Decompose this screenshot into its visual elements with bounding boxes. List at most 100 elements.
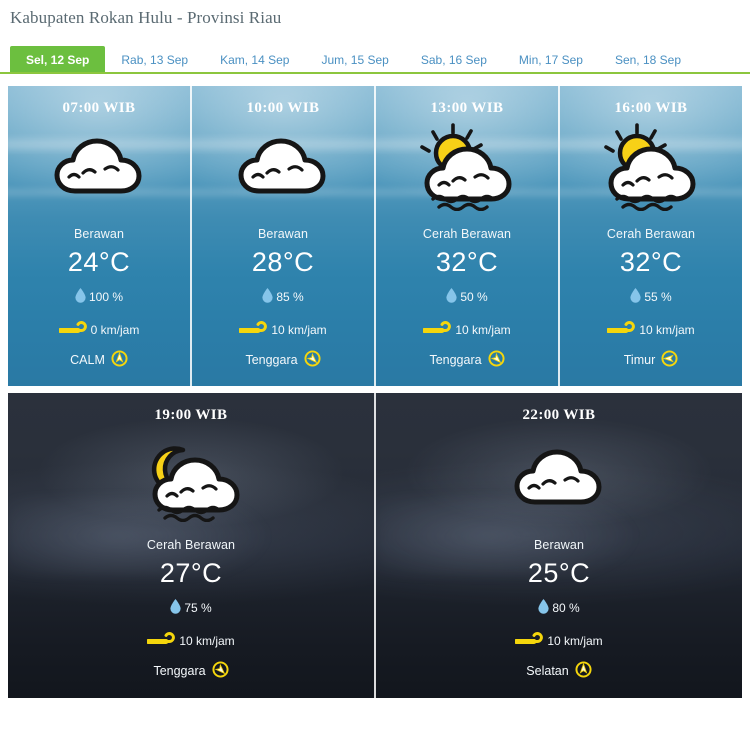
water-drop-icon (538, 599, 549, 617)
weather-condition: Berawan (533, 538, 585, 552)
water-drop-icon (630, 288, 641, 306)
page-title: Kabupaten Rokan Hulu - Provinsi Riau (10, 8, 282, 27)
forecast-hour: 16:00 WIB (614, 100, 688, 116)
tab-day-3[interactable]: Jum, 15 Sep (305, 46, 404, 72)
humidity-value: 100 % (88, 290, 124, 304)
forecast-hour: 13:00 WIB (430, 100, 504, 116)
compass-arrow-up-icon (111, 350, 128, 370)
tab-label: Jum, 15 Sep (321, 53, 389, 67)
wind-icon (513, 632, 545, 650)
humidity: 85 % (192, 288, 374, 306)
humidity: 100 % (8, 288, 190, 306)
forecast-card[interactable]: 19:00 WIB Cerah Berawan 27°C 75 % 10 km/… (8, 393, 374, 698)
temperature: 28°C (251, 247, 315, 277)
wind-direction-label: Tenggara (245, 353, 298, 367)
water-drop-icon (75, 288, 86, 306)
wind-direction: CALM (8, 350, 190, 370)
wind-speed-value: 10 km/jam (639, 323, 695, 337)
wind-direction-label: Tenggara (429, 353, 482, 367)
wind-speed: 10 km/jam (560, 321, 742, 339)
tab-day-5[interactable]: Min, 17 Sep (503, 46, 599, 72)
humidity-value: 80 % (552, 601, 580, 615)
forecast-hour: 10:00 WIB (246, 100, 320, 116)
tab-day-0[interactable]: Sel, 12 Sep (10, 46, 106, 72)
temperature: 32°C (619, 247, 683, 277)
compass-arrow-southeast-icon (212, 661, 229, 681)
wind-direction: Tenggara (192, 350, 374, 370)
water-drop-icon (262, 288, 273, 306)
forecast-card[interactable]: 16:00 WIB Cerah Berawan 32°C 55 % 10 km/… (558, 86, 742, 386)
wind-speed: 10 km/jam (376, 632, 742, 650)
temperature: 25°C (527, 558, 591, 588)
sun-behind-cloud-icon (376, 117, 558, 213)
wind-icon (237, 321, 269, 339)
temperature: 27°C (159, 558, 223, 588)
humidity-value: 55 % (644, 290, 672, 304)
sun-behind-cloud-icon (560, 117, 742, 213)
tab-label: Sel, 12 Sep (26, 53, 90, 67)
weather-condition: Cerah Berawan (606, 227, 696, 241)
cloud-icon (8, 117, 190, 213)
wind-speed-value: 10 km/jam (547, 634, 603, 648)
cloud-icon (192, 117, 374, 213)
wind-speed: 0 km/jam (8, 321, 190, 339)
wind-direction: Selatan (376, 661, 742, 681)
forecast-card[interactable]: 22:00 WIB Berawan 25°C 80 % 10 km/jam Se… (374, 393, 742, 698)
humidity-value: 50 % (460, 290, 488, 304)
wind-icon (57, 321, 89, 339)
tab-day-2[interactable]: Kam, 14 Sep (204, 46, 305, 72)
forecast-hour: 22:00 WIB (522, 407, 596, 423)
weather-condition: Cerah Berawan (146, 538, 236, 552)
humidity: 75 % (8, 599, 374, 617)
tab-day-6[interactable]: Sen, 18 Sep (599, 46, 697, 72)
tab-day-4[interactable]: Sab, 16 Sep (405, 46, 503, 72)
wind-speed: 10 km/jam (376, 321, 558, 339)
weather-forecast-page: Kabupaten Rokan Hulu - Provinsi Riau Sel… (0, 0, 750, 734)
wind-speed-value: 10 km/jam (455, 323, 511, 337)
tab-label: Min, 17 Sep (518, 53, 583, 67)
forecast-card[interactable]: 13:00 WIB Cerah Berawan 32°C 50 % 10 km/… (374, 86, 558, 386)
wind-icon (421, 321, 453, 339)
wind-direction: Tenggara (376, 350, 558, 370)
temperature: 24°C (67, 247, 131, 277)
forecast-card[interactable]: 07:00 WIB Berawan 24°C 100 % 0 km/jam CA… (8, 86, 190, 386)
day-tabs: Sel, 12 Sep Rab, 13 Sep Kam, 14 Sep Jum, 15… (0, 46, 750, 74)
forecast-grid: 07:00 WIB Berawan 24°C 100 % 0 km/jam CA… (0, 86, 750, 698)
tab-label: Kam, 14 Sep (220, 53, 290, 67)
forecast-row-day: 07:00 WIB Berawan 24°C 100 % 0 km/jam CA… (8, 86, 742, 386)
wind-direction: Tenggara (8, 661, 374, 681)
water-drop-icon (170, 599, 181, 617)
temperature: 32°C (435, 247, 499, 277)
compass-arrow-southeast-icon (304, 350, 321, 370)
compass-arrow-southeast-icon (488, 350, 505, 370)
wind-speed-value: 10 km/jam (271, 323, 327, 337)
forecast-card[interactable]: 10:00 WIB Berawan 28°C 85 % 10 km/jam Te… (190, 86, 374, 386)
wind-speed: 10 km/jam (8, 632, 374, 650)
compass-arrow-west-icon (661, 350, 678, 370)
humidity-value: 85 % (276, 290, 304, 304)
forecast-hour: 19:00 WIB (154, 407, 228, 423)
tab-label: Sen, 18 Sep (614, 53, 682, 67)
weather-condition: Cerah Berawan (422, 227, 512, 241)
compass-arrow-up-icon (575, 661, 592, 681)
weather-condition: Berawan (257, 227, 309, 241)
wind-direction-label: Selatan (526, 664, 569, 678)
cloud-icon (376, 424, 742, 528)
wind-direction-label: Tenggara (153, 664, 206, 678)
tab-label: Sab, 16 Sep (420, 53, 487, 67)
humidity-value: 75 % (184, 601, 212, 615)
moon-behind-cloud-icon (8, 424, 374, 528)
wind-direction: Timur (560, 350, 742, 370)
forecast-row-night: 19:00 WIB Cerah Berawan 27°C 75 % 10 km/… (8, 393, 742, 698)
humidity: 80 % (376, 599, 742, 617)
humidity: 55 % (560, 288, 742, 306)
tab-day-1[interactable]: Rab, 13 Sep (105, 46, 204, 72)
wind-direction-label: Timur (623, 353, 656, 367)
water-drop-icon (446, 288, 457, 306)
wind-icon (605, 321, 637, 339)
wind-speed: 10 km/jam (192, 321, 374, 339)
weather-condition: Berawan (73, 227, 125, 241)
humidity: 50 % (376, 288, 558, 306)
wind-icon (145, 632, 177, 650)
wind-speed-value: 10 km/jam (179, 634, 235, 648)
